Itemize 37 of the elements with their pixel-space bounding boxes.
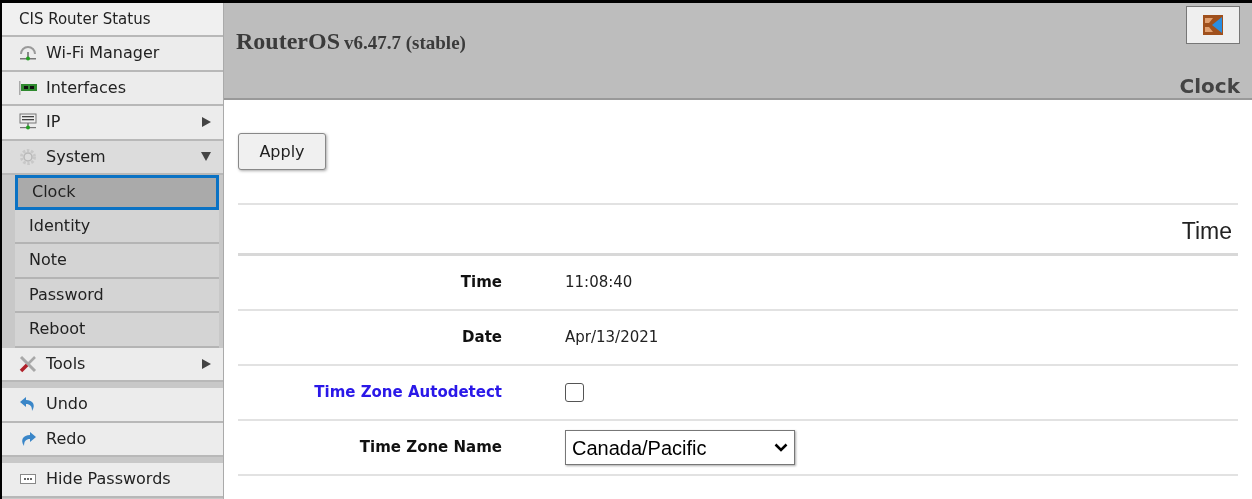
toolbar-button[interactable] [1186,6,1240,44]
field-label[interactable]: Time Zone Autodetect [314,381,502,404]
app-title: CIS Router Status [2,3,223,37]
submenu-item[interactable]: Identity [15,209,219,244]
checkbox[interactable] [565,383,584,402]
menu-item[interactable]: Hide Passwords [2,463,223,498]
field-value: 11:08:40 [565,272,633,294]
chevron-down-icon [774,443,788,452]
menu-item[interactable]: System [2,140,223,175]
ip-address-icon [19,113,37,132]
page-title: Clock [1179,73,1240,100]
gear-icon [19,147,37,166]
apply-button[interactable]: Apply [238,133,326,170]
section-title: Time [1181,216,1232,246]
undo-icon [19,396,37,413]
antenna-icon [19,45,37,62]
menu-item[interactable]: IP [2,106,223,141]
menu-item[interactable]: Interfaces [2,71,223,106]
submenu-item[interactable]: Clock [15,175,219,210]
field-label: Time [460,272,502,294]
menu-item[interactable]: Tools [2,347,223,382]
menu-item[interactable]: Undo [2,388,223,423]
tools-icon [18,354,38,373]
menu-item[interactable]: Redo [2,422,223,457]
product-title: RouterOS v6.47.7 (stable) [236,27,466,56]
submenu-item[interactable]: Note [15,244,219,279]
password-dots-icon [20,474,36,485]
menu-item[interactable]: Wi-Fi Manager [2,37,223,72]
submenu-item[interactable]: Reboot [15,313,219,348]
submenu-item[interactable]: Password [15,278,219,313]
timezone-select[interactable]: Canada/Pacific [565,430,795,465]
exit-icon [1203,15,1223,35]
redo-icon [19,430,37,447]
field-label: Time Zone Name [359,437,502,459]
network-card-icon [19,80,37,95]
field-label: Date [462,327,502,349]
field-value: Apr/13/2021 [565,327,659,349]
